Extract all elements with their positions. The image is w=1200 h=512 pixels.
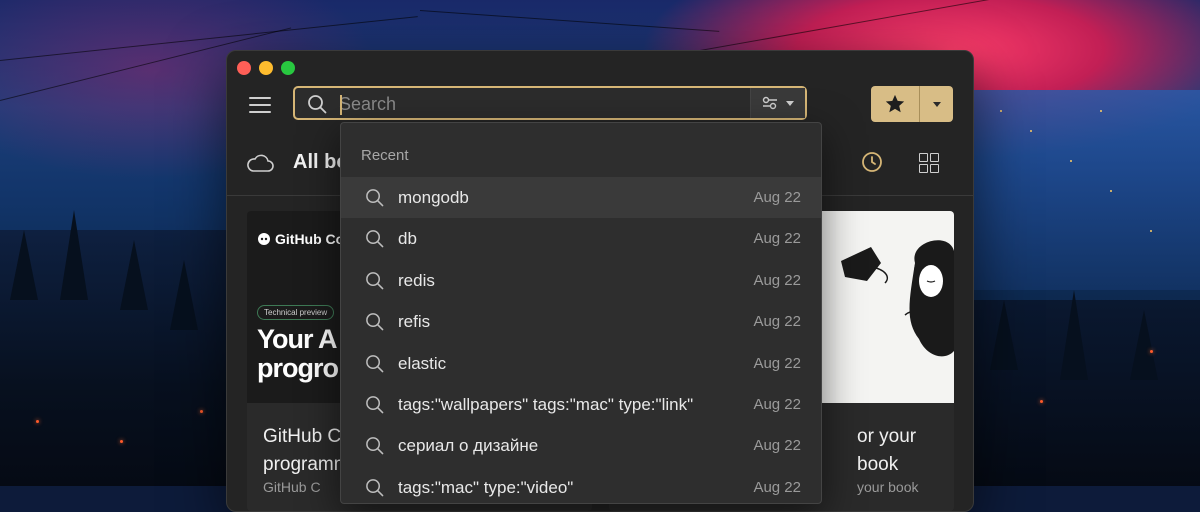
search-icon [366,354,384,372]
menu-icon[interactable] [249,97,271,113]
recent-search-label: elastic [398,353,447,373]
window-controls [237,61,295,75]
grid-view-icon[interactable] [919,153,939,173]
clock-icon[interactable] [861,151,883,173]
ember [1040,400,1043,403]
town-light [1110,190,1112,192]
recent-search-item[interactable]: tags:"mac" type:"video" Aug 22 [341,467,821,503]
recent-search-date: Aug 22 [753,271,801,289]
recent-search-label: redis [398,270,435,290]
thumbnail-headline: Your A progro [257,324,339,383]
favorites-button[interactable] [871,86,953,122]
recent-search-date: Aug 22 [753,230,801,248]
recent-search-label: сериал о дизайне [398,436,539,456]
recent-list: mongodb Aug 22 db Aug 22 redis Aug 22 re… [341,177,821,503]
tree [60,210,88,300]
town-light [1150,230,1152,232]
dropdown-heading: Recent [361,147,409,164]
copilot-icon [258,233,270,245]
recent-search-date: Aug 22 [753,437,801,455]
card-description: GitHub C [263,479,321,495]
tree [10,230,38,300]
favorites-menu-button[interactable] [920,86,953,122]
ember [200,410,203,413]
minimize-window-button[interactable] [259,61,273,75]
search-icon [366,271,384,290]
search-icon [366,230,384,248]
recent-search-date: Aug 22 [753,478,801,496]
recent-search-item[interactable]: сериал о дизайне Aug 22 [341,425,821,466]
search-icon [308,95,327,114]
tree [170,260,198,330]
recent-search-label: tags:"mac" type:"video" [398,477,574,497]
tree [990,300,1018,370]
ember [120,440,123,443]
recent-search-item[interactable]: redis Aug 22 [341,260,821,301]
search-icon [366,478,384,497]
lake [960,90,1200,290]
recent-search-item[interactable]: refis Aug 22 [341,301,821,342]
recent-search-label: mongodb [398,188,469,207]
recent-search-date: Aug 22 [753,354,801,372]
search-box[interactable] [293,86,807,120]
recent-search-date: Aug 22 [753,313,801,331]
recent-search-label: db [398,229,417,249]
filter-icon [762,96,777,110]
recent-search-item[interactable]: tags:"wallpapers" tags:"mac" type:"link"… [341,384,821,425]
town-light [1100,110,1102,112]
zoom-window-button[interactable] [281,61,295,75]
recent-searches-dropdown: Recent mongodb Aug 22 db Aug 22 redis Au… [340,122,822,504]
town-light [1070,160,1072,162]
star-icon [885,94,905,113]
town-light [1030,130,1032,132]
recent-search-item[interactable]: db Aug 22 [341,218,821,259]
recent-search-label: tags:"wallpapers" tags:"mac" type:"link" [398,394,694,414]
card-title[interactable]: or your book [857,423,954,479]
tree [120,240,148,310]
text-caret [340,95,342,115]
favorite-toggle[interactable] [871,86,919,122]
tree [1130,310,1158,380]
card-title[interactable]: GitHub C programm [263,423,350,479]
search-input[interactable] [339,91,739,117]
search-icon [366,189,384,207]
search-icon [366,437,384,455]
search-icon [366,396,384,414]
chevron-down-icon [786,100,794,106]
card-description: your book [857,479,919,495]
recent-search-item[interactable]: elastic Aug 22 [341,343,821,384]
ember [1150,350,1153,353]
recent-search-date: Aug 22 [753,189,801,206]
search-filter-button[interactable] [750,88,805,118]
town-light [1000,110,1002,112]
ember [36,420,39,423]
thumbnail-badge: Technical preview [257,305,335,320]
tree [1060,290,1088,380]
recent-search-date: Aug 22 [753,395,801,413]
close-window-button[interactable] [237,61,251,75]
chevron-down-icon [932,101,941,107]
search-icon [366,313,384,331]
recent-search-label: refis [398,312,431,332]
cloud-icon [247,154,274,172]
thumbnail-brand: GitHub Co [257,231,344,247]
recent-search-item[interactable]: mongodb Aug 22 [341,177,821,219]
